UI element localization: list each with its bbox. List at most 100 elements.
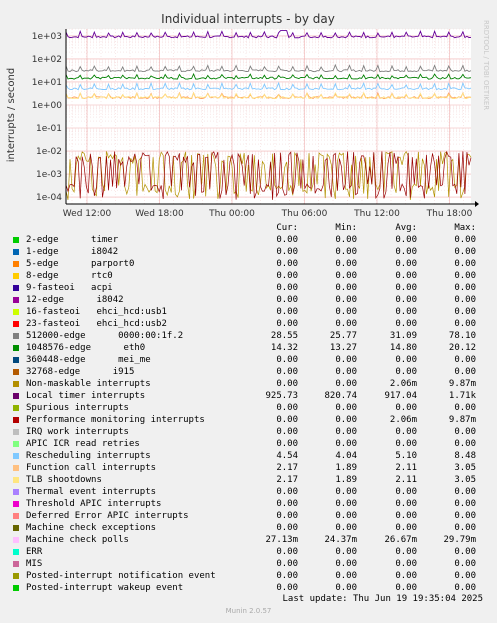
- legend-avg: 0.00: [395, 547, 417, 557]
- legend-min: 0.00: [335, 523, 357, 533]
- legend-min: 0.00: [335, 295, 357, 305]
- y-tick-label: 1e-04: [36, 193, 62, 203]
- legend-avg: 917.04: [384, 391, 417, 401]
- legend-min: 0.00: [335, 439, 357, 449]
- legend-avg: 0.00: [395, 235, 417, 245]
- legend-swatch: [13, 333, 19, 339]
- legend-min: 0.00: [335, 319, 357, 329]
- legend-row: 8-edge rtc0 0.00 0.00 0.00 0.00: [0, 270, 497, 282]
- legend-cur: 0.00: [276, 547, 298, 557]
- legend-label: 512000-edge 0000:00:1f.2: [26, 331, 184, 341]
- legend-row: Rescheduling interrupts 4.54 4.04 5.10 8.48: [0, 450, 497, 462]
- legend-min: 0.00: [335, 379, 357, 389]
- legend-max: 78.10: [448, 331, 476, 341]
- legend-label: 1048576-edge eth0: [26, 343, 146, 353]
- legend-swatch: [13, 417, 19, 423]
- legend-min: 0.00: [335, 499, 357, 509]
- legend-cur: 0.00: [276, 235, 298, 245]
- legend-max: 0.00: [454, 487, 476, 497]
- legend-swatch: [13, 561, 19, 567]
- legend-row: 1-edge i8042 0.00 0.00 0.00 0.00: [0, 246, 497, 258]
- legend-cur: 27.13m: [265, 535, 298, 545]
- legend-max: 20.12: [448, 343, 476, 353]
- legend-label: 12-edge i8042: [26, 295, 124, 305]
- legend-label: 8-edge rtc0: [26, 271, 113, 281]
- legend-cur: 0.00: [276, 523, 298, 533]
- legend-cur: 0.00: [276, 259, 298, 269]
- legend-min: 820.74: [324, 391, 357, 401]
- legend-min: 13.27: [329, 343, 357, 353]
- legend-max: 0.00: [454, 295, 476, 305]
- legend-label: ERR: [26, 547, 43, 557]
- legend-max: 0.00: [454, 319, 476, 329]
- legend-avg: 2.06m: [389, 379, 417, 389]
- legend-max: 3.05: [454, 475, 476, 485]
- y-axis-label: interrupts / second: [6, 68, 17, 162]
- legend-label: IRQ work interrupts: [26, 427, 129, 437]
- legend-swatch: [13, 369, 19, 375]
- legend-max: 0.00: [454, 235, 476, 245]
- legend-row: MIS 0.00 0.00 0.00 0.00: [0, 558, 497, 570]
- legend-row: Function call interrupts 2.17 1.89 2.11 3.05: [0, 462, 497, 474]
- x-tick-label: Wed 12:00: [63, 209, 112, 219]
- legend-swatch: [13, 585, 19, 591]
- legend-min: 25.77: [329, 331, 357, 341]
- legend-swatch: [13, 273, 19, 279]
- legend-avg: 0.00: [395, 403, 417, 413]
- legend-label: 32768-edge i915: [26, 367, 135, 377]
- legend-label: APIC ICR read retries: [26, 439, 140, 449]
- legend-min: 0.00: [335, 559, 357, 569]
- legend-min: 0.00: [335, 547, 357, 557]
- legend-label: Non-maskable interrupts: [26, 379, 151, 389]
- legend-swatch: [13, 549, 19, 555]
- legend-avg: 2.11: [395, 475, 417, 485]
- legend-swatch: [13, 381, 19, 387]
- legend-cur: 0.00: [276, 247, 298, 257]
- legend-label: Machine check polls: [26, 535, 129, 545]
- interrupts-chart: Individual interrupts - by day interrupt…: [6, 12, 490, 219]
- legend-min: 0.00: [335, 427, 357, 437]
- legend-swatch: [13, 345, 19, 351]
- legend-min: 0.00: [335, 571, 357, 581]
- legend-min: 0.00: [335, 283, 357, 293]
- legend-label: 16-fasteoi ehci_hcd:usb1: [26, 307, 167, 317]
- legend-max: 0.00: [454, 523, 476, 533]
- legend-min: 24.37m: [324, 535, 357, 545]
- legend-max: 0.00: [454, 499, 476, 509]
- legend-row: IRQ work interrupts 0.00 0.00 0.00 0.00: [0, 426, 497, 438]
- legend-avg: 0.00: [395, 355, 417, 365]
- legend-row: 1048576-edge eth0 14.32 13.27 14.80 20.12: [0, 342, 497, 354]
- legend-row: Posted-interrupt wakeup event 0.00 0.00 0.0…: [0, 582, 497, 594]
- legend-cur: 0.00: [276, 367, 298, 377]
- legend-max: 9.87m: [448, 415, 476, 425]
- legend-cur: 0.00: [276, 511, 298, 521]
- legend-row: APIC ICR read retries 0.00 0.00 0.00 0.00: [0, 438, 497, 450]
- legend-swatch: [13, 249, 19, 255]
- munin-version: Munin 2.0.57: [225, 607, 272, 615]
- legend-max: 0.00: [454, 367, 476, 377]
- legend-max: 0.00: [454, 427, 476, 437]
- legend-avg: 0.00: [395, 271, 417, 281]
- legend-label: TLB shootdowns: [26, 475, 102, 485]
- legend-max: 0.00: [454, 355, 476, 365]
- legend-swatch: [13, 261, 19, 267]
- legend-min: 0.00: [335, 307, 357, 317]
- legend-header: Cur: Min: Avg: Max:: [0, 222, 497, 234]
- legend-label: Machine check exceptions: [26, 523, 157, 533]
- legend-min: 0.00: [335, 403, 357, 413]
- legend-cur: 0.00: [276, 295, 298, 305]
- legend-max: 1.71k: [448, 391, 476, 401]
- legend-cur: 0.00: [276, 439, 298, 449]
- header-avg: Avg:: [395, 223, 417, 233]
- legend-avg: 0.00: [395, 319, 417, 329]
- legend-swatch: [13, 309, 19, 315]
- legend-avg: 0.00: [395, 583, 417, 593]
- legend-max: 0.00: [454, 571, 476, 581]
- last-update: Last update: Thu Jun 19 19:35:04 2025: [282, 594, 483, 604]
- legend-avg: 2.06m: [389, 415, 417, 425]
- legend-row: 12-edge i8042 0.00 0.00 0.00 0.00: [0, 294, 497, 306]
- legend-min: 0.00: [335, 247, 357, 257]
- legend-avg: 14.80: [389, 343, 417, 353]
- x-tick-label: Thu 18:00: [426, 209, 473, 219]
- legend-avg: 2.11: [395, 463, 417, 473]
